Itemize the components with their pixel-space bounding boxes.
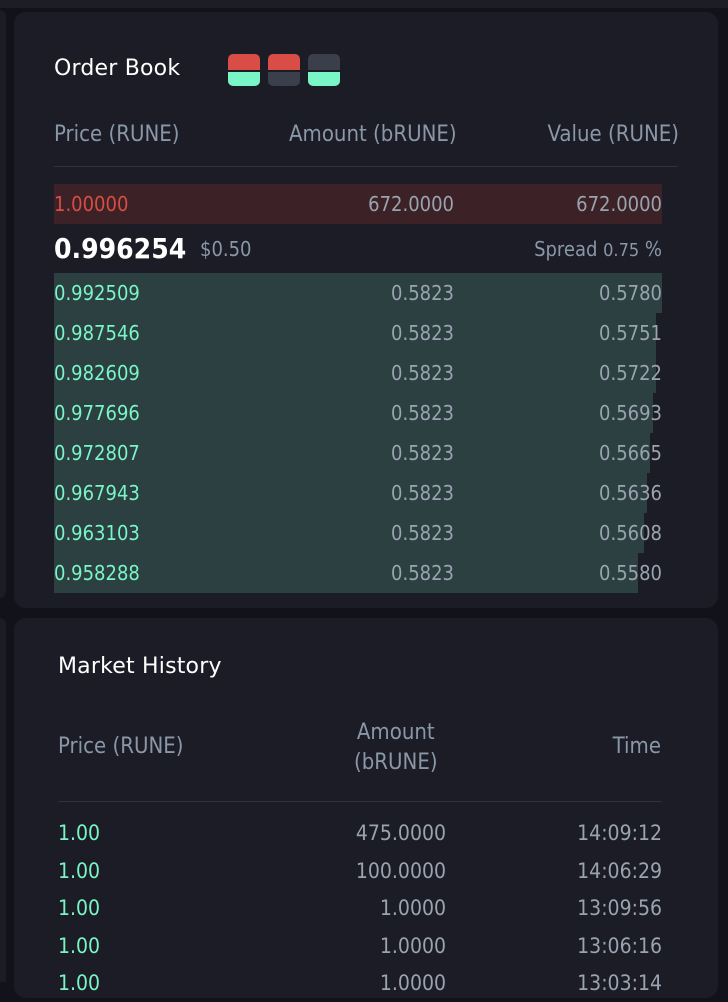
order-book-title: Order Book [54, 56, 181, 81]
bid-price: 0.977696 [54, 401, 140, 425]
bid-row[interactable]: 0.972807 0.5823 0.5665 [54, 433, 662, 473]
bid-depth-bar [54, 553, 638, 593]
trade-time: 14:09:12 [577, 821, 662, 845]
market-history-header-divider [58, 801, 662, 802]
bid-value: 0.5580 [599, 561, 662, 585]
bid-price: 0.987546 [54, 321, 140, 345]
bid-row[interactable]: 0.963103 0.5823 0.5608 [54, 513, 662, 553]
toggle-bids-only-button[interactable] [308, 54, 340, 86]
bid-value: 0.5693 [599, 401, 662, 425]
bid-depth-bar [54, 353, 656, 393]
bid-row[interactable]: 0.987546 0.5823 0.5751 [54, 313, 662, 353]
bid-value: 0.5636 [599, 481, 662, 505]
bid-amount: 0.5823 [391, 521, 454, 545]
trade-price: 1.00 [58, 858, 101, 883]
toggle-top-half [308, 54, 340, 70]
col-header-price: Price (RUNE) [54, 122, 180, 147]
bid-amount: 0.5823 [391, 561, 454, 585]
bid-value: 0.5665 [599, 441, 662, 465]
trade-time: 13:09:56 [577, 896, 662, 920]
trade-price: 1.00 [58, 896, 101, 920]
mh-col-header-time: Time [612, 734, 661, 759]
trade-row[interactable]: 1.00 1.0000 13:09:56 [58, 890, 662, 927]
bid-row[interactable]: 0.982609 0.5823 0.5722 [54, 353, 662, 393]
spread-display: Spread 0.75 % [534, 228, 662, 272]
bid-amount: 0.5823 [391, 401, 454, 425]
bid-depth-bar [54, 393, 653, 433]
trade-price: 1.00 [58, 933, 101, 958]
trade-amount: 475.0000 [355, 821, 446, 845]
toggle-top-half [228, 54, 260, 70]
market-history-title: Market History [58, 654, 222, 679]
bid-row[interactable]: 0.992509 0.5823 0.5780 [54, 273, 662, 313]
ask-value: 672.0000 [576, 192, 662, 216]
trade-amount: 1.0000 [379, 933, 446, 958]
bid-price: 0.958288 [54, 561, 140, 585]
mh-col-header-amount: Amount (bRUNE) [354, 718, 438, 778]
col-header-amount: Amount (bRUNE) [289, 122, 457, 147]
bid-price: 0.992509 [54, 281, 140, 305]
bid-price: 0.963103 [54, 521, 140, 545]
bid-price: 0.982609 [54, 361, 140, 385]
ask-amount: 672.0000 [368, 192, 454, 216]
trade-amount: 100.0000 [355, 858, 446, 883]
top-strip [0, 0, 728, 8]
bid-row[interactable]: 0.967943 0.5823 0.5636 [54, 473, 662, 513]
bid-price: 0.967943 [54, 481, 140, 505]
bid-value: 0.5751 [599, 321, 662, 345]
ask-price: 1.00000 [54, 192, 129, 216]
toggle-both-sides-button[interactable] [228, 54, 260, 86]
mid-price: 0.996254 [54, 232, 187, 265]
left-panel-edge [0, 10, 6, 598]
bid-amount: 0.5823 [391, 441, 454, 465]
trade-amount: 1.0000 [379, 896, 446, 920]
trade-price: 1.00 [58, 821, 101, 845]
bid-amount: 0.5823 [391, 361, 454, 385]
col-header-value: Value (RUNE) [547, 122, 679, 147]
toggle-asks-only-button[interactable] [268, 54, 300, 86]
bid-row[interactable]: 0.977696 0.5823 0.5693 [54, 393, 662, 433]
bid-amount: 0.5823 [391, 281, 454, 305]
order-book-layout-toggles [228, 54, 340, 86]
mid-price-usd: $0.50 [200, 237, 252, 261]
mh-col-header-amount-line2: (bRUNE) [354, 750, 438, 775]
ask-depth-bar [54, 184, 662, 224]
left-panel-edge-lower [0, 618, 6, 982]
spread-unit: % [644, 237, 662, 261]
bid-value: 0.5780 [599, 281, 662, 305]
bid-depth-bar [54, 433, 650, 473]
toggle-bottom-half [268, 70, 300, 86]
bid-price: 0.972807 [54, 441, 140, 465]
trade-time: 13:06:16 [577, 933, 662, 958]
trade-row[interactable]: 1.00 1.0000 13:03:14 [58, 965, 662, 1002]
trade-row[interactable]: 1.00 475.0000 14:09:12 [58, 815, 662, 852]
trade-time: 14:06:29 [577, 858, 662, 883]
trade-time: 13:03:14 [577, 971, 662, 995]
mh-col-header-price: Price (RUNE) [58, 734, 184, 759]
toggle-bottom-half [308, 70, 340, 86]
bid-row[interactable]: 0.958288 0.5823 0.5580 [54, 553, 662, 593]
bid-amount: 0.5823 [391, 481, 454, 505]
bid-value: 0.5608 [599, 521, 662, 545]
spread-label: Spread [534, 237, 598, 261]
trade-row[interactable]: 1.00 1.0000 13:06:16 [58, 928, 662, 965]
mh-col-header-amount-line1: Amount [356, 720, 435, 745]
trade-row[interactable]: 1.00 100.0000 14:06:29 [58, 853, 662, 890]
bid-amount: 0.5823 [391, 321, 454, 345]
bid-depth-bar [54, 273, 662, 313]
bid-depth-bar [54, 473, 647, 513]
mid-price-row: 0.996254 $0.50 Spread 0.75 % [54, 228, 662, 270]
bid-depth-bar [54, 513, 644, 553]
toggle-bottom-half [228, 70, 260, 86]
spread-value: 0.75 [603, 240, 640, 261]
order-book-header-divider [54, 166, 678, 167]
bid-depth-bar [54, 313, 656, 353]
trade-price: 1.00 [58, 971, 101, 995]
trade-amount: 1.0000 [379, 971, 446, 995]
toggle-top-half [268, 54, 300, 70]
bid-value: 0.5722 [599, 361, 662, 385]
ask-row[interactable]: 1.00000 672.0000 672.0000 [54, 184, 662, 224]
